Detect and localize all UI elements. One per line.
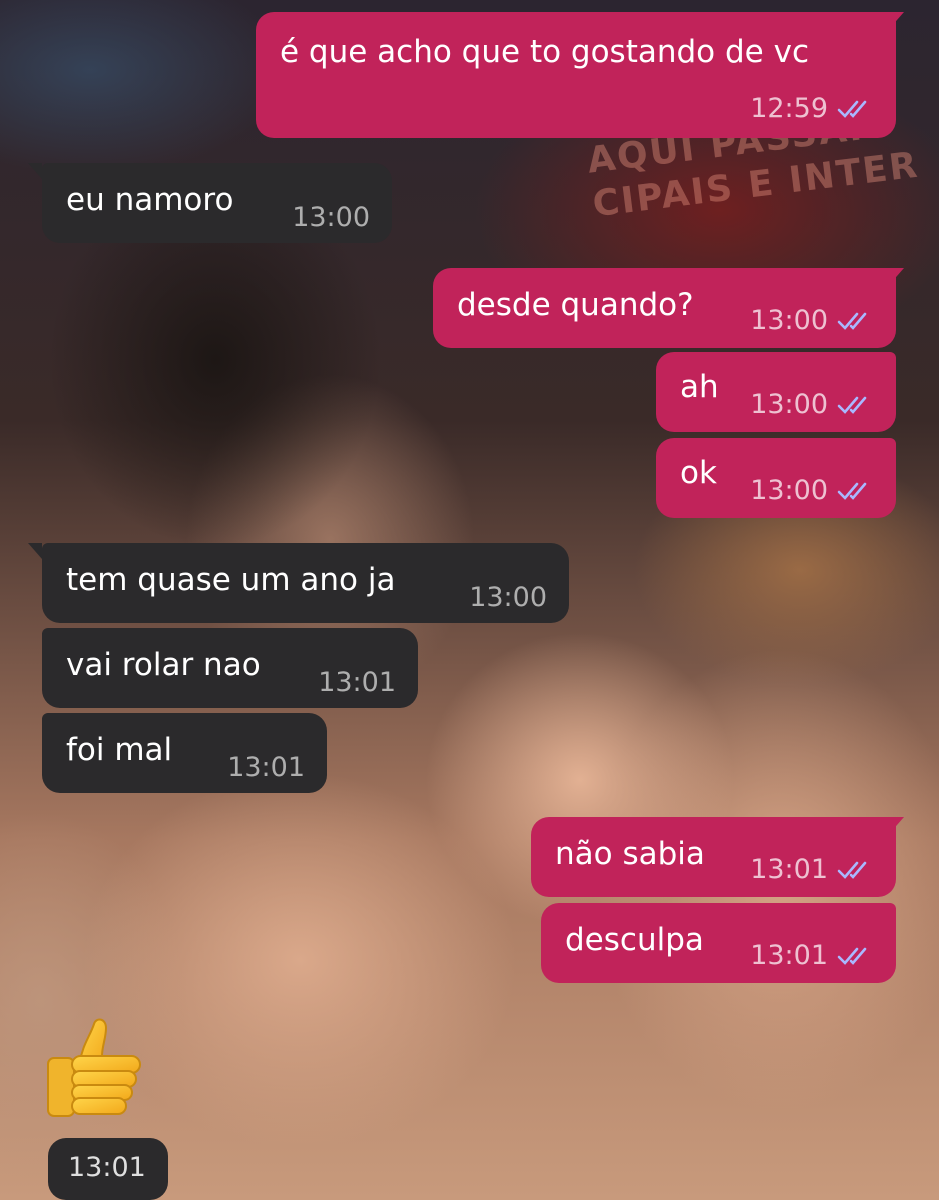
double-check-icon (836, 310, 876, 332)
message-text: tem quase um ano ja (66, 562, 396, 598)
message-text: desculpa (565, 922, 704, 958)
double-check-icon (836, 394, 876, 416)
double-check-icon (836, 98, 876, 120)
message-bubble-incoming[interactable]: vai rolar nao 13:01 (42, 628, 418, 708)
message-time: 13:01 (318, 667, 396, 698)
message-time: 13:00 (469, 582, 547, 613)
message-text: não sabia (555, 836, 705, 872)
message-bubble-outgoing[interactable]: desculpa 13:01 (541, 903, 896, 983)
message-meta: 12:59 (750, 93, 876, 124)
message-time: 12:59 (750, 93, 828, 124)
message-time: 13:01 (227, 752, 305, 783)
message-meta: 13:00 (750, 389, 876, 420)
message-text: desde quando? (457, 287, 694, 323)
thumbs-up-icon (47, 1018, 141, 1117)
message-meta: 13:00 (750, 475, 876, 506)
message-time: 13:00 (750, 389, 828, 420)
message-time: 13:01 (750, 940, 828, 971)
bubble-tail (890, 268, 904, 284)
message-text: vai rolar nao (66, 647, 261, 683)
message-bubble-outgoing[interactable]: ok 13:00 (656, 438, 896, 518)
message-meta: 13:01 (750, 940, 876, 971)
message-bubble-outgoing[interactable]: não sabia 13:01 (531, 817, 896, 897)
bubble-tail (890, 12, 904, 28)
chat-background: AQUI PASSAM CIPAIS E INTER é que acho qu… (0, 0, 939, 1200)
message-time: 13:00 (750, 475, 828, 506)
message-meta: 13:01 (750, 854, 876, 885)
message-bubble-outgoing[interactable]: é que acho que to gostando de vc 12:59 (256, 12, 896, 138)
message-bubble-incoming[interactable]: foi mal 13:01 (42, 713, 327, 793)
bubble-tail (28, 543, 42, 559)
message-text: é que acho que to gostando de vc (280, 34, 809, 70)
message-bubble-incoming[interactable]: eu namoro 13:00 (42, 163, 392, 243)
double-check-icon (836, 480, 876, 502)
message-meta: 13:00 (750, 305, 876, 336)
double-check-icon (836, 945, 876, 967)
thumbs-up-emoji[interactable] (40, 1012, 150, 1127)
double-check-icon (836, 859, 876, 881)
bubble-tail (890, 817, 904, 833)
message-text: foi mal (66, 732, 173, 768)
bubble-tail (28, 163, 42, 179)
message-bubble-outgoing[interactable]: desde quando? 13:00 (433, 268, 896, 348)
message-bubble-incoming[interactable]: 13:01 (48, 1138, 168, 1200)
message-time: 13:00 (750, 305, 828, 336)
message-time: 13:01 (68, 1152, 146, 1183)
message-text: ok (680, 455, 717, 491)
message-text: eu namoro (66, 182, 234, 218)
message-text: ah (680, 369, 719, 405)
message-time: 13:00 (292, 202, 370, 233)
message-bubble-incoming[interactable]: tem quase um ano ja 13:00 (42, 543, 569, 623)
message-time: 13:01 (750, 854, 828, 885)
message-bubble-outgoing[interactable]: ah 13:00 (656, 352, 896, 432)
